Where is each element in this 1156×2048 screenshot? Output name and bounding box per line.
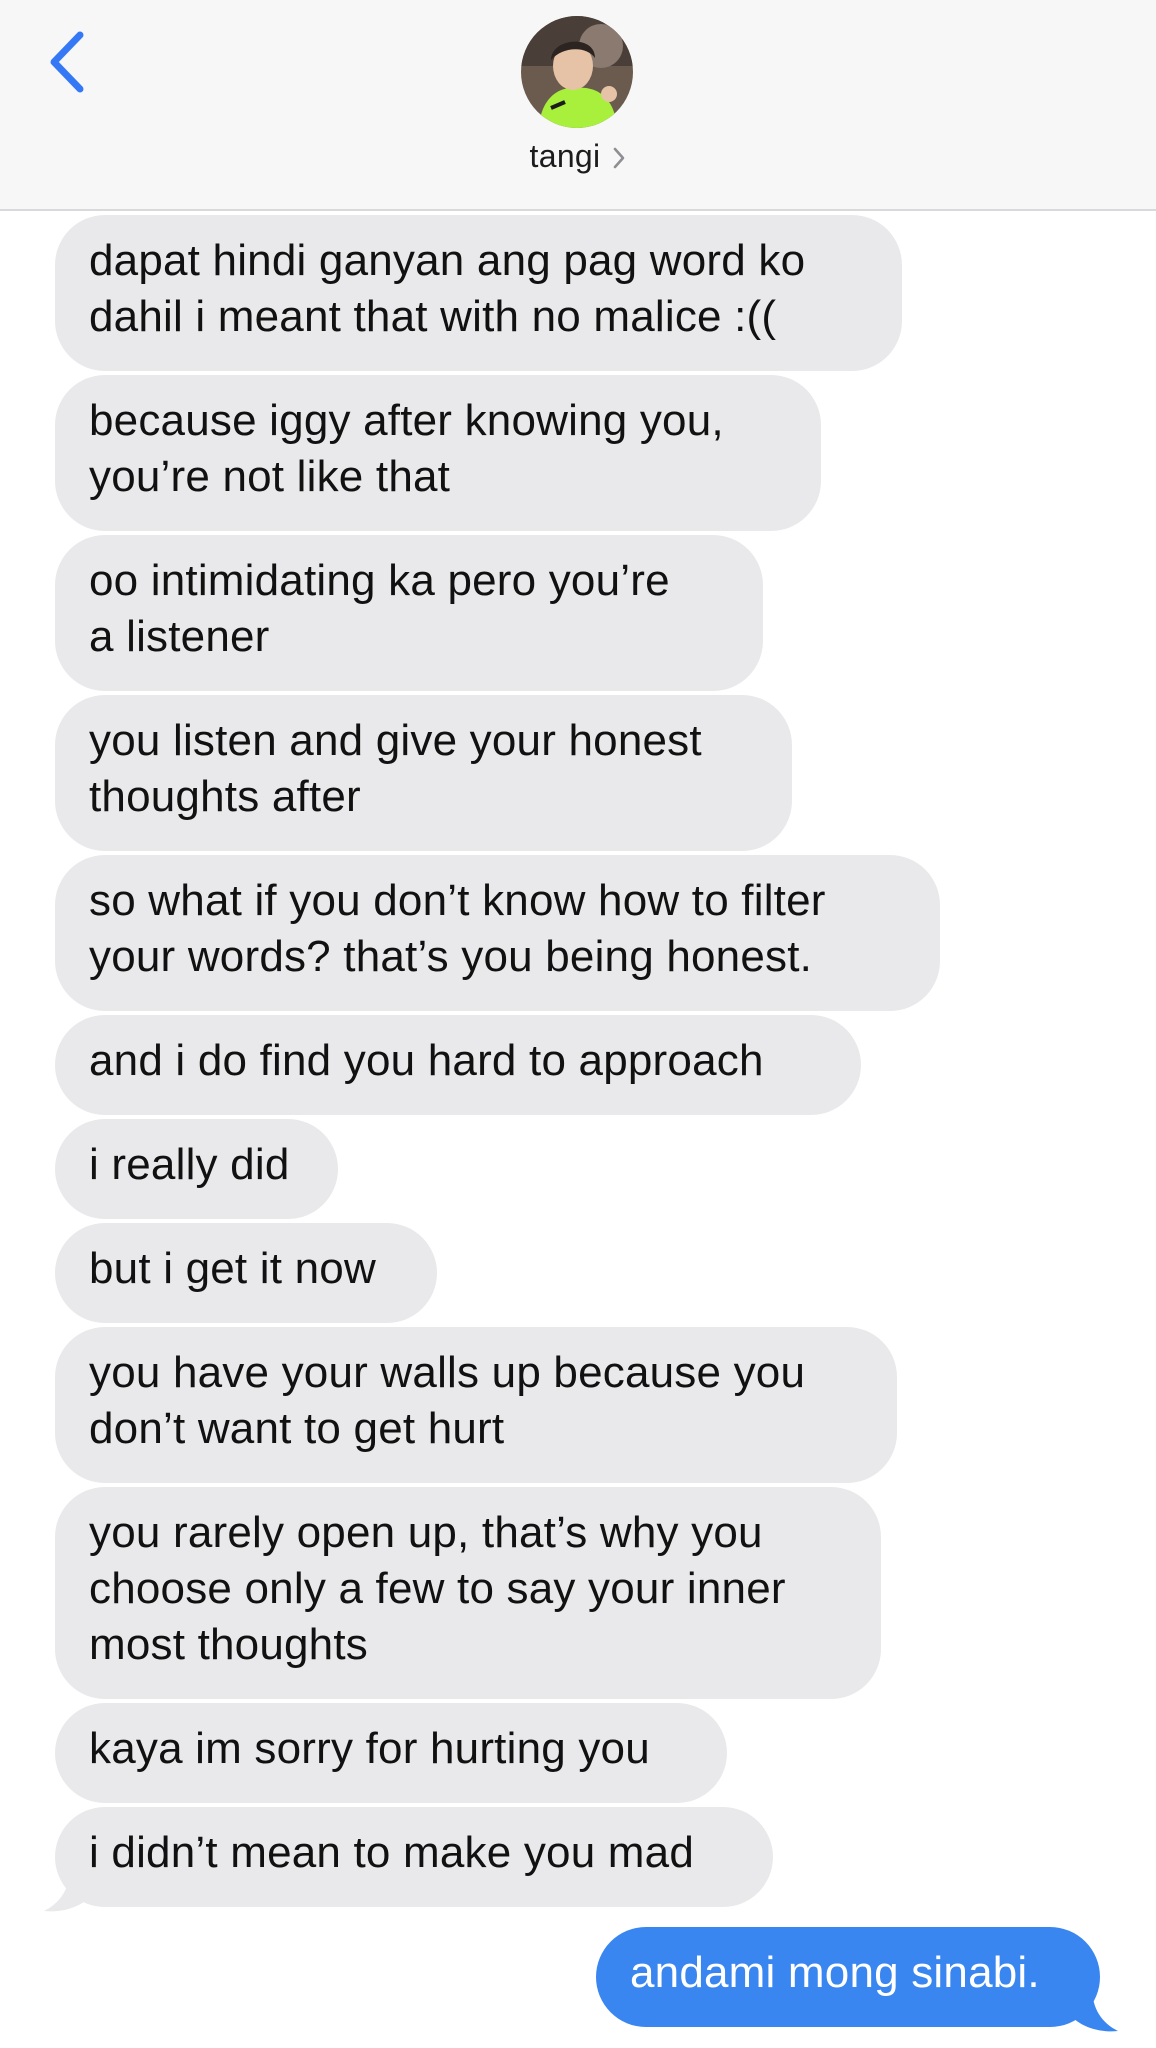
conversation-header: tangi xyxy=(0,0,1156,211)
message-thread[interactable]: dapat hindi ganyan ang pag word ko dahil… xyxy=(0,211,1156,2048)
incoming-message[interactable]: because iggy after knowing you, you’re n… xyxy=(55,375,821,531)
incoming-message[interactable]: so what if you don’t know how to filter … xyxy=(55,855,940,1011)
incoming-message[interactable]: oo intimidating ka pero you’re a listene… xyxy=(55,535,763,691)
contact-name-button[interactable]: tangi xyxy=(0,138,1156,175)
incoming-message[interactable]: dapat hindi ganyan ang pag word ko dahil… xyxy=(55,215,902,371)
incoming-message[interactable]: kaya im sorry for hurting you xyxy=(55,1703,727,1803)
incoming-message[interactable]: but i get it now xyxy=(55,1223,437,1323)
avatar-image xyxy=(521,16,633,128)
incoming-message[interactable]: i didn’t mean to make you mad xyxy=(55,1807,773,1907)
chevron-right-icon xyxy=(612,146,626,170)
incoming-message[interactable]: you rarely open up, that’s why you choos… xyxy=(55,1487,881,1699)
incoming-message[interactable]: you listen and give your honest thoughts… xyxy=(55,695,792,851)
outgoing-message[interactable]: andami mong sinabi. xyxy=(596,1927,1100,2027)
incoming-bubble-tail xyxy=(44,1867,90,1912)
chevron-left-icon xyxy=(50,31,84,93)
back-button[interactable] xyxy=(38,26,94,98)
contact-name: tangi xyxy=(529,138,601,174)
incoming-message[interactable]: i really did xyxy=(55,1119,338,1219)
incoming-message[interactable]: you have your walls up because you don’t… xyxy=(55,1327,897,1483)
outgoing-bubble-tail xyxy=(1072,1987,1118,2032)
incoming-message[interactable]: and i do find you hard to approach xyxy=(55,1015,861,1115)
contact-avatar[interactable] xyxy=(521,16,633,128)
